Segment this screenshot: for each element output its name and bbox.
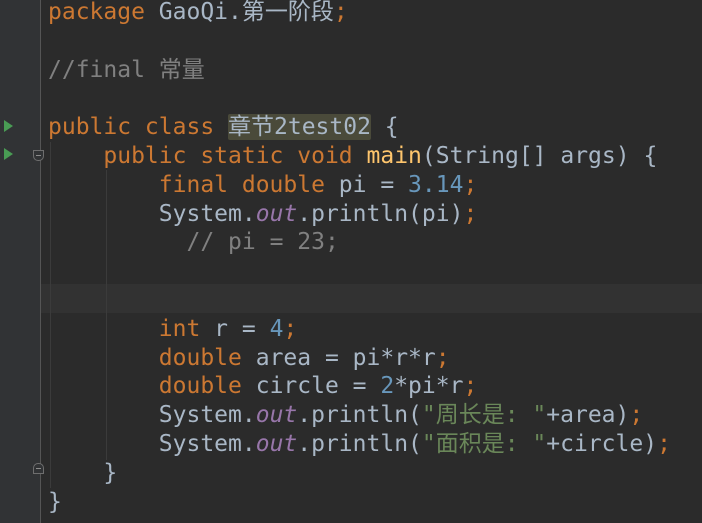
code-token: 2	[380, 373, 395, 400]
code-token: (String[] args) {	[421, 143, 658, 169]
code-line[interactable]: System.out.println("周长是: "+area);	[48, 401, 643, 430]
code-line[interactable]: }	[48, 488, 62, 517]
code-token: public class	[48, 114, 229, 141]
code-token: *pi*r	[394, 373, 464, 400]
code-token: //final 常量	[48, 56, 205, 83]
code-token: .println(	[297, 402, 422, 429]
code-token: pi =	[338, 171, 409, 198]
code-token: }	[103, 459, 118, 486]
code-token: ;	[333, 0, 348, 25]
code-token: int	[158, 315, 215, 342]
code-token: "面积是: "	[421, 431, 547, 457]
code-token: double	[158, 373, 256, 400]
code-editor[interactable]: package GaoQi.第一阶段; //final 常量 public clas…	[0, 0, 702, 523]
code-token: }	[48, 488, 62, 515]
code-line[interactable]: double area = pi*r*r;	[48, 344, 450, 373]
code-line[interactable]: // pi = 23;	[48, 228, 339, 257]
code-token: main	[366, 143, 422, 169]
code-token: area = pi*r*r	[255, 344, 436, 371]
code-token: ;	[283, 315, 298, 342]
code-token: out	[255, 431, 298, 457]
code-token: System.	[158, 402, 256, 429]
code-line[interactable]: public static void main(String[] args) {	[48, 142, 657, 171]
code-token: {	[370, 114, 399, 141]
code-token: +area)	[546, 402, 630, 429]
code-token: public static void	[103, 143, 367, 169]
code-token: 4	[269, 315, 284, 342]
code-token: System.	[158, 200, 256, 227]
code-line[interactable]: //final 常量	[48, 56, 205, 85]
code-token: out	[255, 200, 298, 227]
code-token: 章节2test02	[228, 114, 371, 141]
code-token: ;	[629, 402, 644, 429]
code-line[interactable]: System.out.println(pi);	[48, 200, 478, 229]
code-token: double	[158, 344, 256, 371]
code-line[interactable]: int r = 4;	[48, 315, 298, 344]
code-token: package	[48, 0, 145, 25]
code-token: circle =	[255, 373, 381, 400]
code-token: .println(	[297, 431, 422, 457]
code-token: ;	[463, 200, 478, 227]
code-token: out	[255, 402, 298, 429]
code-token: System.	[158, 431, 256, 457]
code-token: 3.14	[408, 171, 464, 198]
code-token: "周长是: "	[421, 402, 547, 429]
code-line[interactable]: System.out.println("面积是: "+circle);	[48, 430, 671, 459]
code-line[interactable]: public class 章节2test02 {	[48, 113, 399, 142]
code-token: ;	[435, 344, 450, 371]
code-token: ;	[657, 431, 671, 457]
code-area[interactable]: package GaoQi.第一阶段; //final 常量 public clas…	[0, 0, 702, 523]
code-line[interactable]: double circle = 2*pi*r;	[48, 372, 478, 401]
code-token: final double	[158, 171, 339, 198]
code-line[interactable]: final double pi = 3.14;	[48, 171, 478, 200]
code-token: r =	[214, 315, 270, 342]
code-line[interactable]: }	[48, 459, 117, 488]
code-token: GaoQi.第一阶段	[144, 0, 334, 25]
code-line[interactable]: package GaoQi.第一阶段;	[48, 0, 348, 27]
code-token: // pi = 23;	[186, 229, 339, 256]
code-token: +circle)	[546, 431, 658, 457]
code-token: .println(pi)	[297, 200, 464, 227]
code-token: ;	[463, 171, 478, 198]
code-token: ;	[463, 373, 478, 400]
